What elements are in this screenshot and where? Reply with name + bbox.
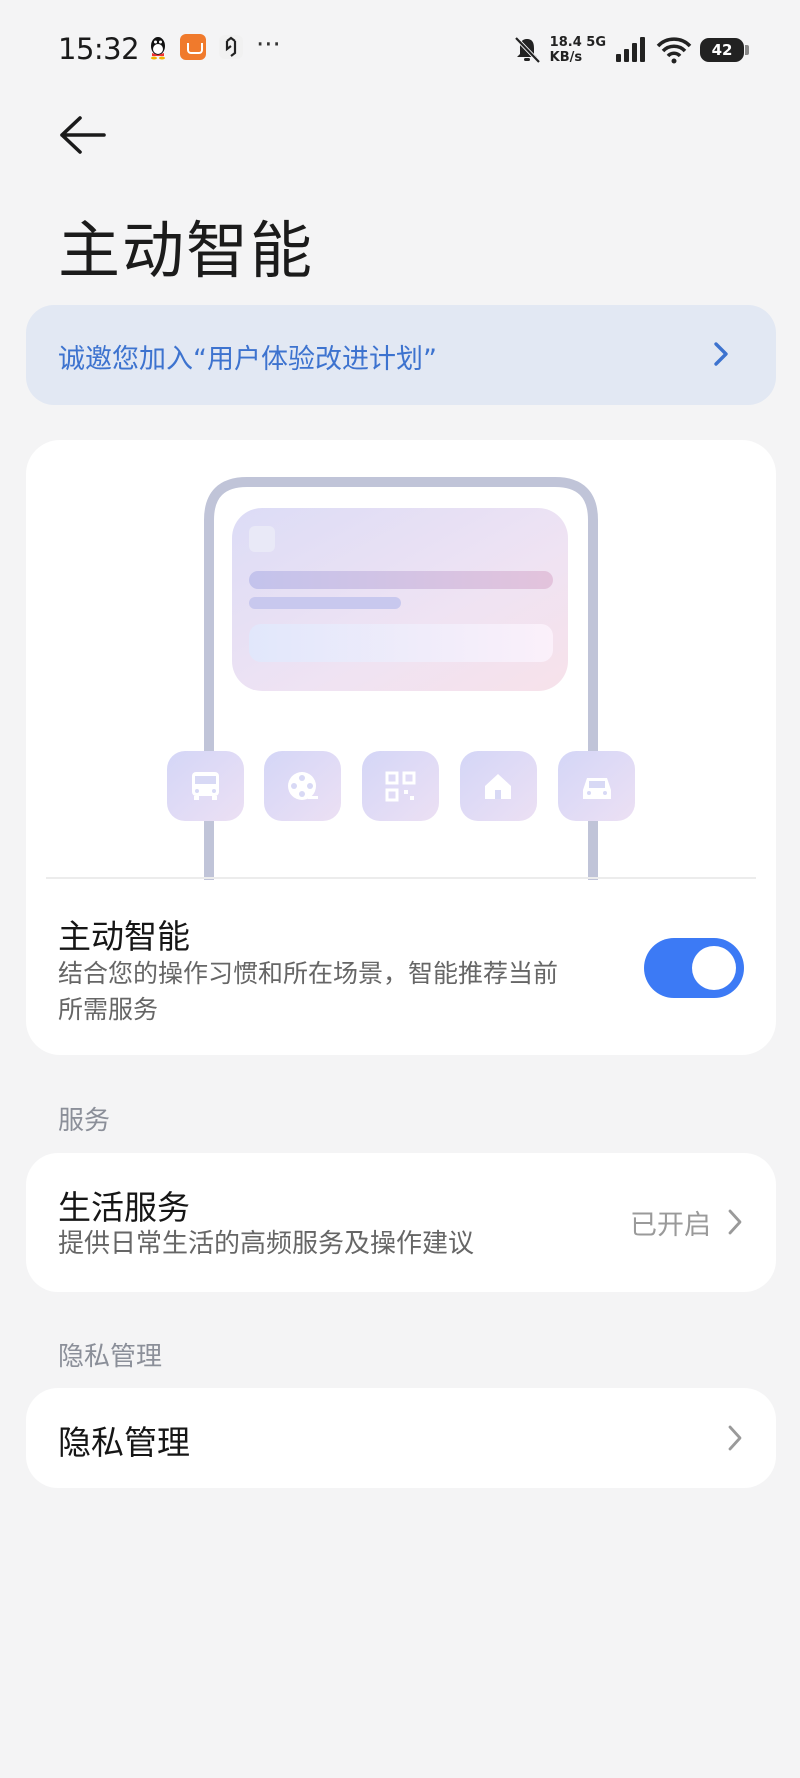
qq-icon — [151, 37, 165, 60]
signal-icon — [616, 37, 645, 62]
experience-plan-banner[interactable]: 诚邀您加入“用户体验改进计划” — [26, 305, 776, 405]
clock: 15:32 — [58, 32, 140, 66]
privacy-management-title: 隐私管理 — [58, 1423, 190, 1462]
wifi-icon — [656, 37, 692, 64]
chevron-right-icon — [728, 1209, 742, 1235]
phone-illustration — [167, 477, 635, 880]
life-services-status: 已开启 — [630, 1210, 711, 1241]
services-section-label: 服务 — [58, 1106, 111, 1136]
home-icon — [460, 751, 537, 821]
life-services-title: 生活服务 — [58, 1188, 190, 1227]
chevron-right-icon — [728, 1425, 742, 1451]
banner-text: 诚邀您加入“用户体验改进计划” — [58, 344, 437, 375]
back-arrow-icon[interactable] — [56, 112, 108, 158]
toggle-knob — [692, 946, 736, 990]
life-services-row[interactable]: 生活服务 提供日常生活的高频服务及操作建议 已开启 — [26, 1153, 776, 1292]
film-reel-icon — [264, 751, 341, 821]
smart-feature-subtitle: 结合您的操作习惯和所在场景，智能推荐当前 所需服务 — [58, 959, 559, 1024]
chevron-right-icon — [714, 342, 728, 366]
battery-icon: 42 — [700, 38, 749, 62]
smart-feature-toggle[interactable] — [644, 938, 744, 998]
app-c-icon — [219, 35, 243, 59]
car-icon — [558, 751, 635, 821]
more-notifications-icon: ··· — [256, 30, 281, 60]
status-right: 18.4 5G KB/s 42 — [512, 30, 749, 70]
qr-code-icon — [362, 751, 439, 821]
life-services-subtitle: 提供日常生活的高频服务及操作建议 — [58, 1229, 475, 1259]
bus-icon — [167, 751, 244, 821]
mute-bell-icon — [514, 36, 541, 64]
smart-feature-card: 主动智能 结合您的操作习惯和所在场景，智能推荐当前 所需服务 — [26, 440, 776, 1055]
divider — [46, 877, 756, 879]
smart-feature-title: 主动智能 — [58, 917, 190, 956]
privacy-section-label: 隐私管理 — [58, 1342, 163, 1372]
privacy-management-row[interactable]: 隐私管理 — [26, 1388, 776, 1488]
page-title: 主动智能 — [58, 214, 315, 287]
net-speed: 18.4 5G KB/s — [549, 35, 606, 65]
shop-app-icon — [180, 34, 206, 60]
status-bar: 15:32 ··· 18.4 5G KB/s 42 — [0, 0, 800, 100]
